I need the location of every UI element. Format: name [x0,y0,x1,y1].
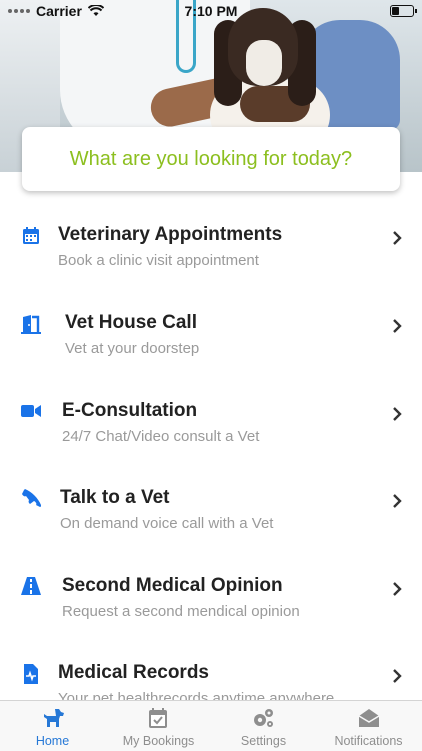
tab-label: Notifications [334,734,403,748]
dog-icon [44,709,64,727]
menu-item-title: E-Consultation [62,400,198,421]
search-prompt-card: What are you looking for today? [22,127,400,191]
calendar-icon [23,227,39,244]
battery-icon [390,5,417,17]
tab-label: Home [35,734,70,748]
menu-item-subtitle: Book a clinic visit appointment [58,252,259,269]
menu-item-e-consultation[interactable]: E-Consultation 24/7 Chat/Video consult a… [0,388,422,474]
menu-item-veterinary-appointments[interactable]: Veterinary Appointments Book a clinic vi… [0,212,422,298]
chevron-right-icon [393,319,402,333]
tab-settings[interactable]: Settings [212,701,315,751]
menu-item-subtitle: 24/7 Chat/Video consult a Vet [62,428,260,445]
chevron-right-icon [393,407,402,421]
calendar-check-icon [149,708,167,728]
menu-item-title: Vet House Call [65,312,197,333]
status-time: 7:10 PM [184,3,238,19]
door-icon [21,315,41,334]
tab-notifications[interactable]: Notifications [315,701,422,751]
menu-item-title: Medical Records [58,662,209,683]
menu-item-talk-to-a-vet[interactable]: Talk to a Vet On demand voice call with … [0,475,422,561]
menu-item-second-medical-opinion[interactable]: Second Medical Opinion Request a second … [0,563,422,649]
chevron-right-icon [393,582,402,596]
chevron-right-icon [393,494,402,508]
menu-item-vet-house-call[interactable]: Vet House Call Vet at your doorstep [0,300,422,386]
tab-my-bookings[interactable]: My Bookings [105,701,212,751]
tab-home[interactable]: Home [0,701,105,751]
road-icon [21,577,41,595]
phone-icon [22,489,41,507]
video-camera-icon [21,405,41,417]
medical-file-icon [24,664,38,684]
chevron-right-icon [393,231,402,245]
tab-label: Settings [240,734,287,748]
chevron-right-icon [393,669,402,683]
tab-bar: Home My Bookings Settings Notifications [0,700,422,751]
prompt-text: What are you looking for today? [69,147,353,170]
menu-item-title: Talk to a Vet [60,487,170,508]
menu-item-subtitle: Vet at your doorstep [65,340,200,357]
envelope-icon [358,709,380,727]
gears-icon [254,709,273,727]
menu-item-subtitle: Request a second mendical opinion [62,603,300,620]
status-bar: Carrier 7:10 PM [0,0,422,22]
tab-label: My Bookings [122,734,195,748]
menu-item-subtitle: On demand voice call with a Vet [60,515,274,532]
menu-item-title: Veterinary Appointments [58,224,283,245]
menu-item-title: Second Medical Opinion [62,575,283,596]
